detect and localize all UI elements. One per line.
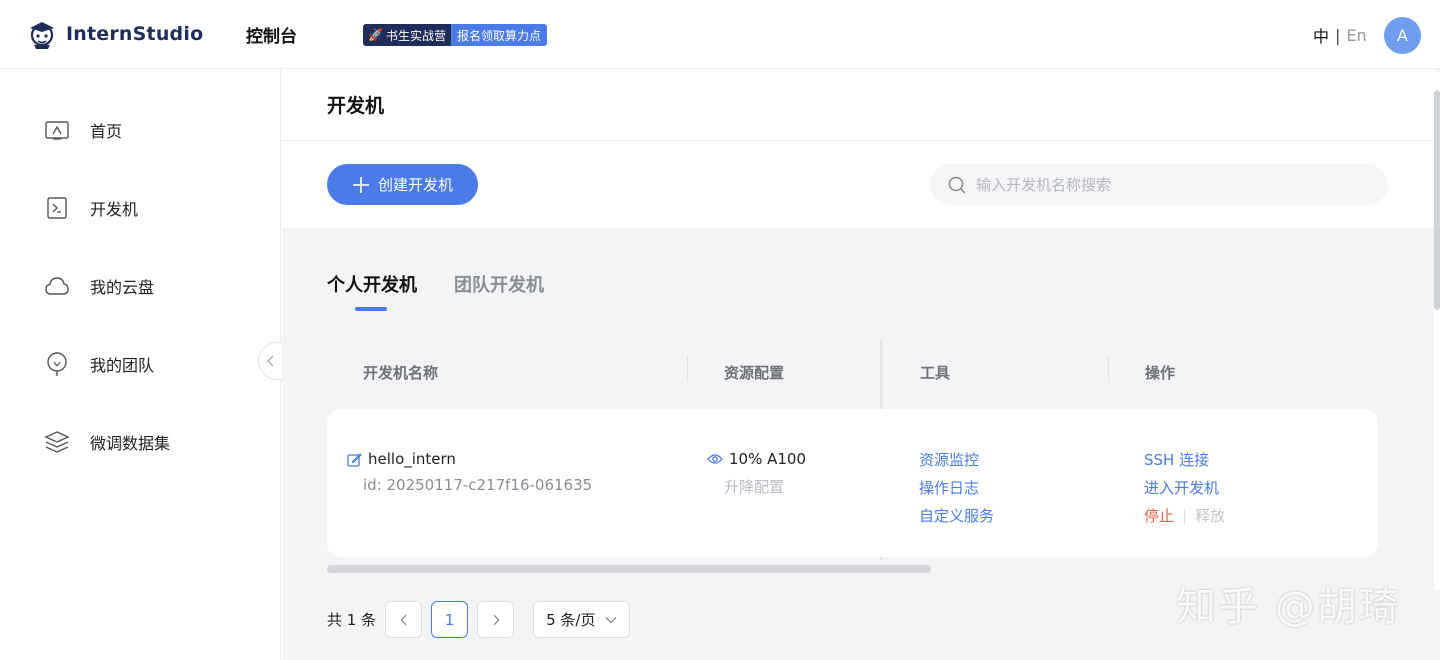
main-content: 开发机 创建开发机 个人开发机 团队开发机 开发机名称 资源配置 工具 操作 h… (282, 69, 1440, 660)
stop-release-group: 停止 | 释放 (1144, 505, 1225, 526)
resize-config-link[interactable]: 升降配置 (724, 476, 784, 497)
chevron-right-icon (493, 614, 499, 625)
home-icon (44, 117, 70, 143)
create-button-label: 创建开发机 (377, 177, 453, 194)
ssh-connect-link[interactable]: SSH 连接 (1144, 449, 1225, 470)
resource-value: 10% A100 (729, 450, 806, 468)
promo-left-label: 书生实战营 (385, 28, 446, 43)
enter-devmachine-link[interactable]: 进入开发机 (1144, 477, 1225, 498)
lang-separator: | (1335, 25, 1341, 45)
sidebar-item-team[interactable]: 我的团队 (44, 351, 154, 377)
promo-banner[interactable]: 🚀 书生实战营 报名领取算力点 (363, 24, 547, 46)
column-header-resource: 资源配置 (724, 364, 785, 382)
column-divider (1108, 356, 1109, 382)
chevron-left-icon (266, 355, 273, 367)
sidebar-item-label: 微调数据集 (90, 434, 171, 453)
vertical-scrollbar-thumb[interactable] (1434, 90, 1440, 310)
ops-cell: SSH 连接 进入开发机 停止 | 释放 (1144, 449, 1225, 526)
horizontal-scrollbar[interactable] (327, 565, 931, 573)
promo-right: 报名领取算力点 (450, 24, 547, 46)
collapse-sidebar-button[interactable] (258, 342, 282, 380)
console-title[interactable]: 控制台 (246, 22, 297, 47)
sidebar-item-label: 我的云盘 (90, 278, 155, 297)
tabs: 个人开发机 团队开发机 (327, 271, 544, 297)
create-devmachine-button[interactable]: 创建开发机 (327, 164, 478, 205)
sidebar-item-label: 首页 (90, 122, 123, 141)
sidebar-item-home[interactable]: 首页 (44, 117, 122, 143)
search-box[interactable] (930, 164, 1388, 205)
logo-text: InternStudio (66, 23, 204, 45)
logo[interactable]: InternStudio (26, 18, 203, 50)
tools-cell: 资源监控 操作日志 自定义服务 (919, 449, 994, 526)
release-link[interactable]: 释放 (1195, 505, 1225, 526)
chevron-down-icon (606, 616, 617, 623)
chevron-left-icon (400, 614, 407, 625)
resource-config: 10% A100 (707, 450, 806, 468)
page-number[interactable]: 1 (431, 601, 469, 638)
promo-left: 🚀 书生实战营 (363, 24, 451, 46)
operation-log-link[interactable]: 操作日志 (919, 477, 994, 498)
resource-monitor-link[interactable]: 资源监控 (919, 449, 994, 470)
page-title: 开发机 (327, 95, 385, 117)
active-tab-indicator (355, 307, 387, 311)
column-header-name: 开发机名称 (363, 364, 439, 382)
avatar[interactable]: A (1384, 17, 1421, 54)
pagination: 共 1 条 1 5 条/页 (327, 601, 631, 638)
sidebar-item-datasets[interactable]: 微调数据集 (44, 429, 170, 455)
plus-icon (352, 176, 369, 193)
sidebar-item-label: 开发机 (90, 200, 139, 219)
cloud-icon (44, 273, 70, 299)
total-count: 共 1 条 (327, 611, 377, 629)
title-bar: 开发机 (282, 69, 1434, 141)
devmachine-id: id: 20250117-c217f16-061635 (363, 476, 593, 494)
terminal-icon (44, 195, 70, 221)
table-header: 开发机名称 资源配置 工具 操作 (327, 339, 1378, 404)
devmachine-name: hello_intern (347, 450, 456, 468)
sidebar-item-cloud[interactable]: 我的云盘 (44, 273, 154, 299)
lang-en[interactable]: En (1346, 26, 1366, 45)
tab-personal[interactable]: 个人开发机 (327, 271, 417, 297)
edit-icon[interactable] (347, 452, 362, 467)
devmachine-name-text: hello_intern (368, 450, 456, 468)
lang-zh[interactable]: 中 (1313, 23, 1329, 47)
action-bar: 创建开发机 (282, 141, 1434, 228)
column-header-tools: 工具 (920, 364, 951, 382)
sidebar-item-devmachine[interactable]: 开发机 (44, 195, 138, 221)
page-size-value: 5 条/页 (546, 611, 596, 629)
intern-logo-icon (26, 18, 58, 50)
custom-service-link[interactable]: 自定义服务 (919, 505, 994, 526)
search-icon (948, 176, 966, 194)
eye-icon[interactable] (707, 453, 723, 465)
column-divider (687, 356, 688, 382)
search-input[interactable] (976, 175, 1356, 194)
tab-team[interactable]: 团队开发机 (454, 271, 544, 297)
page-size-select[interactable]: 5 条/页 (533, 601, 631, 638)
team-icon (44, 351, 70, 377)
watermark: 知乎 @胡琦 (1176, 584, 1401, 630)
column-header-ops: 操作 (1145, 364, 1176, 382)
rocket-icon: 🚀 (368, 28, 383, 42)
table-row: hello_intern id: 20250117-c217f16-061635… (327, 409, 1378, 557)
sidebar: 首页 开发机 我的云盘 我的团队 微调数据集 (0, 69, 282, 660)
ops-separator: | (1182, 506, 1188, 525)
sidebar-item-label: 我的团队 (90, 356, 155, 375)
layers-icon (44, 429, 70, 455)
next-page-button[interactable] (477, 601, 515, 638)
language-switch[interactable]: 中 | En (1313, 23, 1367, 47)
prev-page-button[interactable] (385, 601, 423, 638)
stop-link[interactable]: 停止 (1144, 505, 1174, 526)
top-bar: InternStudio 控制台 🚀 书生实战营 报名领取算力点 中 | En … (0, 0, 1440, 69)
